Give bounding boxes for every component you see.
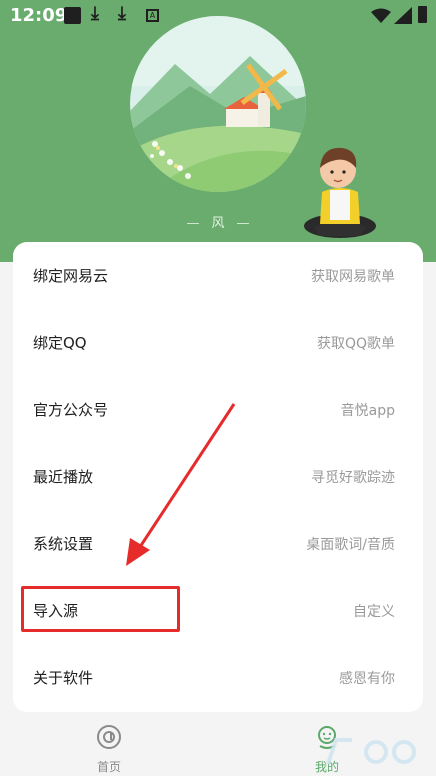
user-avatar-figure[interactable] (300, 140, 380, 240)
tab-home[interactable]: 首页 (64, 724, 154, 775)
battery-icon (418, 6, 427, 23)
status-time: 12:09 (10, 5, 68, 26)
menu-item-bind-netease[interactable]: 绑定网易云 获取网易歌单 (13, 242, 423, 309)
signal-icon (394, 7, 412, 24)
music-disc-icon (97, 725, 121, 749)
annotation-arrow (126, 403, 236, 566)
app-notification-icon: A (146, 9, 159, 22)
watermark-logo (326, 738, 416, 765)
profile-cover-artwork[interactable] (130, 16, 306, 192)
menu-item-bind-qq[interactable]: 绑定QQ 获取QQ歌单 (13, 309, 423, 376)
annotation-highlight-box (21, 586, 180, 632)
menu-item-about[interactable]: 关于软件 感恩有你 (13, 644, 423, 711)
notification-icon (64, 7, 81, 24)
download-icon: ⤓ (91, 3, 99, 24)
wifi-icon (371, 8, 391, 23)
download-icon: ⤓ (118, 3, 126, 24)
